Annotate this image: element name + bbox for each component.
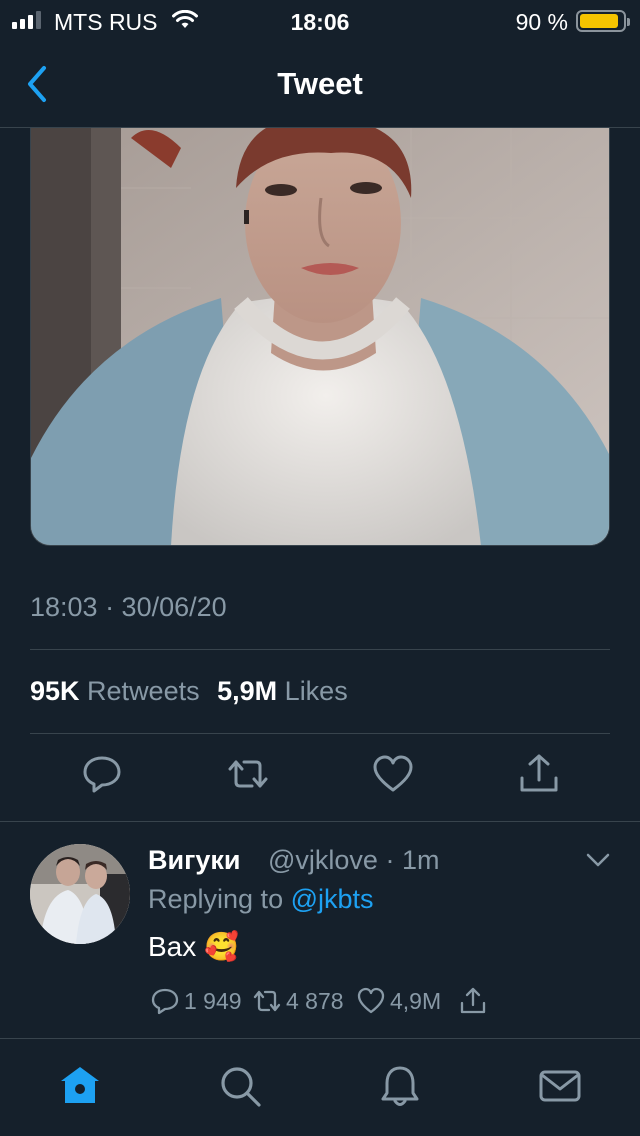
reply-author-handle[interactable]: @vjklove xyxy=(268,845,378,875)
reply-action-bar: 1 949 4 878 4,9M xyxy=(148,986,508,1020)
status-bar: MTS RUS 18:06 90 % xyxy=(0,0,640,40)
retweet-icon xyxy=(253,990,281,1012)
reply-icon[interactable] xyxy=(80,752,124,796)
reply-retweet-action[interactable]: 4 878 xyxy=(252,986,344,1016)
chevron-down-icon[interactable] xyxy=(584,846,612,874)
reply-author-name[interactable]: Вигуки xyxy=(148,845,240,876)
navigation-bar: Tweet xyxy=(0,40,640,128)
share-icon xyxy=(460,987,486,1014)
tweet-detail-screen: MTS RUS 18:06 90 % Tweet 18:03 · 30/06/2… xyxy=(0,0,640,1136)
replying-prefix: Replying to xyxy=(148,884,284,914)
tweet-timestamp: 18:03 · 30/06/20 xyxy=(30,592,227,622)
notifications-icon[interactable] xyxy=(377,1063,423,1109)
page-title: Tweet xyxy=(277,66,363,101)
home-icon[interactable] xyxy=(57,1063,103,1109)
reply-reply-action[interactable]: 1 949 xyxy=(150,986,242,1016)
reply-text: Вах 🥰 xyxy=(148,931,239,962)
likes-count[interactable]: 5,9M xyxy=(217,676,277,706)
retweets-count[interactable]: 95K xyxy=(30,676,80,706)
battery-icon xyxy=(576,10,630,32)
divider xyxy=(30,733,610,734)
retweet-icon[interactable] xyxy=(226,752,270,796)
replying-to-handle-link[interactable]: @jkbts xyxy=(291,884,374,914)
like-icon xyxy=(357,987,385,1014)
reply-icon xyxy=(151,988,179,1015)
reply-count: 1 949 xyxy=(184,987,242,1014)
tweet-stats: 95K Retweets 5,9M Likes xyxy=(30,676,358,707)
retweets-label[interactable]: Retweets xyxy=(87,676,200,706)
section-divider xyxy=(0,821,640,822)
tab-bar xyxy=(0,1038,640,1136)
like-icon[interactable] xyxy=(371,752,415,796)
reply-share-action[interactable] xyxy=(458,986,488,1016)
avatar[interactable] xyxy=(30,844,130,944)
messages-icon[interactable] xyxy=(537,1063,583,1109)
reply-age: 1m xyxy=(401,845,440,875)
meta-separator: · xyxy=(385,845,395,875)
reply-author-meta: @vjklove · 1m xyxy=(268,845,440,876)
reply-like-action[interactable]: 4,9M xyxy=(356,986,441,1016)
divider xyxy=(30,649,610,650)
likes-label[interactable]: Likes xyxy=(285,676,348,706)
tweet-action-bar xyxy=(0,752,640,802)
search-icon[interactable] xyxy=(217,1063,263,1109)
tweet-photo[interactable] xyxy=(30,128,610,546)
like-count: 4,9M xyxy=(390,987,442,1014)
share-icon[interactable] xyxy=(517,752,561,796)
replying-to: Replying to @jkbts xyxy=(148,884,374,915)
retweet-count: 4 878 xyxy=(286,987,344,1014)
battery-percent: 90 % xyxy=(515,9,568,35)
